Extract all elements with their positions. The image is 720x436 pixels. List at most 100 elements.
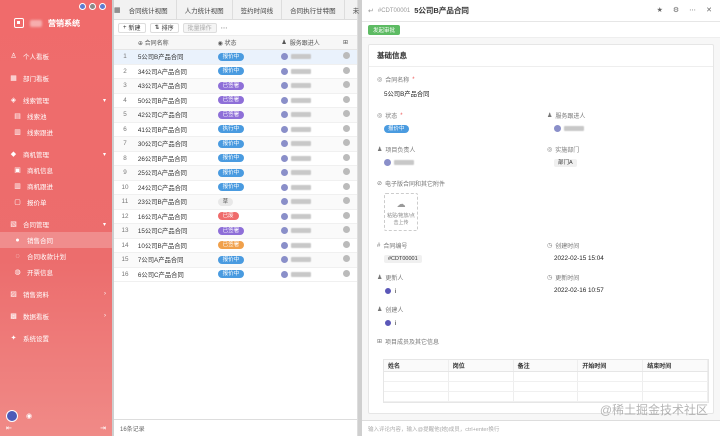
sidebar-item[interactable]: ◈ 线索管理 ▾ xyxy=(0,92,112,108)
table-row[interactable]: 6 41公司B产品合同 执行中 xyxy=(114,123,357,137)
col-name[interactable]: ⊕ 合同名称 xyxy=(136,38,216,47)
owner-name-blurred xyxy=(291,242,312,248)
owner-name-blurred xyxy=(291,54,312,60)
members-col-header[interactable]: 开始时间 xyxy=(578,360,644,371)
sidebar-item[interactable]: ▩ 数据看板 › xyxy=(0,308,112,324)
table-row[interactable]: 1 5公司B产品合同 报价中 xyxy=(114,50,357,65)
new-button[interactable]: + 新建 xyxy=(118,22,146,33)
notification-icon[interactable] xyxy=(89,2,96,10)
grid-view-icon[interactable]: ▦ xyxy=(114,0,121,19)
owner-avatar xyxy=(281,241,289,249)
field-name[interactable]: ◎ 合同名称 * 5公司B产品合同 xyxy=(377,75,429,99)
sidebar-item[interactable]: ▢ 报价单 xyxy=(0,194,112,210)
field-number[interactable]: # 合同编号 #CDT00001 xyxy=(377,241,422,263)
sidebar-item[interactable]: ▥ 线索跟进 xyxy=(0,124,112,140)
table-row[interactable]: 3 43公司A产品合同 已签署 xyxy=(114,79,357,94)
approve-button[interactable]: 发起审批 xyxy=(368,24,401,35)
table-row[interactable]: 11 23公司B产品合同 草 xyxy=(114,195,357,210)
contract-name: 15公司C产品合同 xyxy=(137,228,188,236)
batch-button[interactable]: 批量操作 xyxy=(182,22,217,33)
table-row[interactable]: 8 26公司B产品合同 报价中 xyxy=(114,152,357,166)
field-dept[interactable]: ◎ 实施部门 部门A xyxy=(547,145,579,167)
add-icon[interactable] xyxy=(99,2,106,10)
table-row[interactable]: 10 24公司C产品合同 报价中 xyxy=(114,181,357,195)
owner-name-blurred xyxy=(291,199,312,205)
sidebar-item[interactable]: ◆ 商机管理 ▾ xyxy=(0,146,112,162)
sidebar-item[interactable]: ▣ 商机信息 xyxy=(0,162,112,178)
members-table[interactable]: 姓名 岗位 备注 开始时间 结束时间 xyxy=(383,359,709,403)
tab-view[interactable]: 合同执行甘特图 xyxy=(282,0,345,19)
sidebar-item[interactable]: ● 销售合同 xyxy=(0,232,112,248)
more-button[interactable]: ⋯ xyxy=(221,24,228,32)
info-icon: ▣ xyxy=(14,167,21,174)
members-col-header[interactable]: 结束时间 xyxy=(643,360,708,371)
sidebar-item[interactable]: ▤ 线索池 xyxy=(0,108,112,124)
section-title: 基础信息 xyxy=(369,45,713,67)
owner-name-blurred xyxy=(291,228,312,234)
tab-view[interactable]: 人力统计视图 xyxy=(177,0,233,19)
sidebar-item-label: 销售合同 xyxy=(27,238,53,245)
sidebar-item[interactable]: ▨ 销售资料 › xyxy=(0,286,112,302)
list-toolbar: + 新建 ⇅ 排序 批量操作 ⋯ xyxy=(114,20,357,36)
col-status[interactable]: ◉ 状态 xyxy=(216,38,280,47)
app-switcher-icon[interactable] xyxy=(79,2,86,10)
sidebar-item[interactable]: ◍ 开票信息 xyxy=(0,264,112,280)
field-follower[interactable]: ♟ 服务跟进人 xyxy=(547,111,585,132)
field-status[interactable]: ◎ 状态 * 报价中 xyxy=(377,111,409,133)
table-row[interactable]: 13 15公司C产品合同 已签署 xyxy=(114,224,357,239)
brand[interactable]: 营销系统 xyxy=(0,12,112,34)
field-updater: ♟ 更新人 i xyxy=(377,275,404,295)
sidebar-item[interactable]: ▦ 部门看板 xyxy=(0,70,112,86)
star-icon[interactable]: ★ xyxy=(657,6,663,14)
members-col-header[interactable]: 备注 xyxy=(514,360,579,371)
members-table-row[interactable] xyxy=(384,382,708,392)
table-row[interactable]: 12 16公司A产品合同 已废 xyxy=(114,210,357,224)
number-tag: #CDT00001 xyxy=(384,255,422,263)
sidebar-item-label: 数据看板 xyxy=(23,314,49,321)
field-owner[interactable]: ♟ 项目负责人 xyxy=(377,145,415,166)
sidebar-item[interactable]: ▧ 合同管理 ▾ xyxy=(0,216,112,232)
sidebar-item[interactable]: ✦ 系统设置 xyxy=(0,330,112,346)
expand-icon[interactable]: ⇥ xyxy=(100,424,106,432)
status-badge: 报价中 xyxy=(217,67,245,76)
sidebar-item[interactable]: ♙ 个人看板 xyxy=(0,48,112,64)
table-row[interactable]: 16 6公司C产品合同 报价中 xyxy=(114,268,357,282)
table-row[interactable]: 9 25公司A产品合同 报价中 xyxy=(114,166,357,181)
owner-name-blurred xyxy=(291,126,312,132)
row-number: 8 xyxy=(123,154,127,162)
close-icon[interactable]: ✕ xyxy=(706,6,712,14)
row-number: 14 xyxy=(121,241,129,249)
status-badge: 已签署 xyxy=(217,110,245,119)
back-icon[interactable]: ↵ xyxy=(368,7,374,15)
table-row[interactable]: 15 7公司A产品合同 报价中 xyxy=(114,253,357,268)
members-table-row[interactable] xyxy=(384,372,708,382)
detail-header: ↵ #CDT00001 5公司B产品合同 ★ ⚙ ⋯ ✕ xyxy=(362,0,720,22)
tab-view[interactable]: 合同统计视图 xyxy=(121,0,177,19)
settings-icon[interactable]: ⚙ xyxy=(673,6,679,14)
table-row[interactable]: 5 42公司C产品合同 已签署 xyxy=(114,108,357,123)
sidebar-item[interactable]: ▥ 商机跟进 xyxy=(0,178,112,194)
more-icon[interactable]: ⋯ xyxy=(689,6,696,14)
sidebar-item[interactable]: ◌ 合同收款计划 xyxy=(0,248,112,264)
members-col-header[interactable]: 姓名 xyxy=(384,360,449,371)
table-row[interactable]: 2 34公司A产品合同 报价中 xyxy=(114,65,357,79)
tab-view[interactable]: 签约时间线 xyxy=(233,0,283,19)
settings-icon: ✦ xyxy=(10,335,17,342)
table-row[interactable]: 14 10公司B产品合同 已签署 xyxy=(114,239,357,253)
cell-extra xyxy=(343,124,357,134)
upload-area[interactable]: ☁ 粘贴/拖放/点击上传 xyxy=(384,193,418,231)
help-icon[interactable]: ◉ xyxy=(26,412,32,420)
table-row[interactable]: 4 50公司B产品合同 已签署 xyxy=(114,94,357,108)
owner-avatar xyxy=(281,256,289,264)
sort-button[interactable]: ⇅ 排序 xyxy=(149,22,179,33)
col-more[interactable]: ⊞ xyxy=(343,39,357,46)
comment-input[interactable]: 输入评论内容，输入@提醒他(她)成员，ctrl+enter换行 xyxy=(362,420,720,436)
col-owner[interactable]: ♟ 服务跟进人 xyxy=(279,38,343,47)
members-col-header[interactable]: 岗位 xyxy=(449,360,514,371)
contract-name: 42公司C产品合同 xyxy=(137,112,188,120)
table-row[interactable]: 7 30公司C产品合同 报价中 xyxy=(114,137,357,152)
follow-icon: ▥ xyxy=(14,183,21,190)
collapse-icon[interactable]: ⇤ xyxy=(6,424,12,432)
user-avatar[interactable] xyxy=(6,410,18,422)
sidebar-item-label: 部门看板 xyxy=(23,76,49,83)
